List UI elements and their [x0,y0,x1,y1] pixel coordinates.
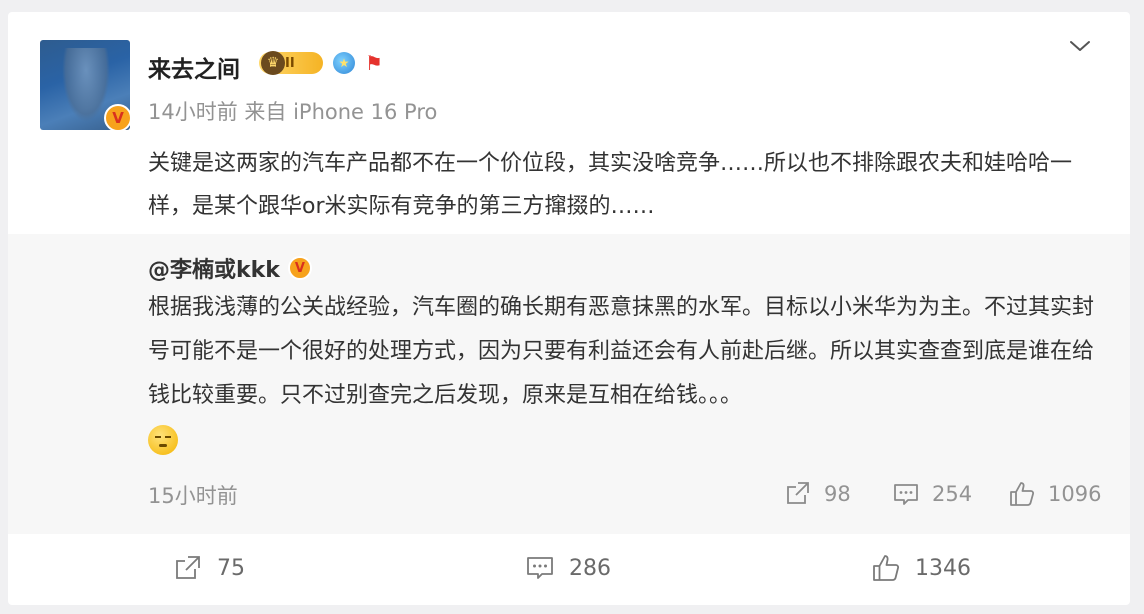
crown-icon: ♛ [261,51,285,75]
repost-body-text: 根据我浅薄的公关战经验，汽车圈的确长期有恶意抹黑的水军。目标以小米华为为主。不过… [148,295,1095,408]
repost-footer: 15小时前 98 254 1096 [148,480,1101,510]
verified-badge-icon: V [104,104,132,132]
repost-icon [787,482,809,504]
like-icon [873,555,900,581]
post-meta: 14小时前 来自 iPhone 16 Pro [148,100,438,124]
achievement-gem-icon[interactable]: ★ [333,52,355,74]
repost-timestamp: 15小时前 [148,484,238,508]
repost-comment-count[interactable]: 254 [892,480,972,508]
reposted-content[interactable]: @李楠或kkk V 根据我浅薄的公关战经验，汽车圈的确长期有恶意抹黑的水军。目标… [8,234,1130,534]
like-icon [1010,482,1035,506]
comment-button[interactable]: 286 [525,553,611,583]
avatar-image [62,48,110,122]
like-button[interactable]: 1346 [871,553,971,583]
post-author-name[interactable]: 来去之间 [148,50,240,84]
flag-icon[interactable]: ⚑ [365,52,387,74]
like-count: 1346 [915,555,971,581]
repost-author: @李楠或kkk V [148,252,312,284]
comment-count: 286 [569,555,611,581]
repost-repost-count-value: 98 [824,482,851,506]
member-level-label: II [285,55,295,71]
repost-button[interactable]: 75 [173,553,245,583]
avatar[interactable]: V [40,40,132,132]
repost-author-name[interactable]: @李楠或kkk [148,252,280,284]
user-badges: ♛ II ★ ⚑ [259,51,387,75]
smirk-emoji-icon [148,425,178,455]
comment-icon [894,484,918,505]
repost-repost-count[interactable]: 98 [784,480,851,508]
chevron-down-icon[interactable] [1068,34,1092,58]
repost-like-count-value: 1096 [1048,482,1102,506]
verified-badge-icon: V [287,256,312,280]
post-body-text: 关键是这两家的汽车产品都不在一个价位段，其实没啥竞争……所以也不排除跟农夫和娃哈… [148,151,1073,219]
post-action-bar: 75 286 1346 [8,553,1130,587]
repost-comment-count-value: 254 [932,482,973,506]
repost-body: 根据我浅薄的公关战经验，汽车圈的确长期有恶意抹黑的水军。目标以小米华为为主。不过… [148,286,1098,462]
weibo-post-card: V 来去之间 ♛ II ★ ⚑ 14小时前 来自 iPhone 16 Pro 关… [8,12,1130,605]
repost-count: 75 [217,555,245,581]
comment-icon [527,557,553,579]
repost-icon [176,556,200,579]
member-level-badge[interactable]: ♛ II [259,51,323,75]
repost-like-count[interactable]: 1096 [1008,480,1101,508]
